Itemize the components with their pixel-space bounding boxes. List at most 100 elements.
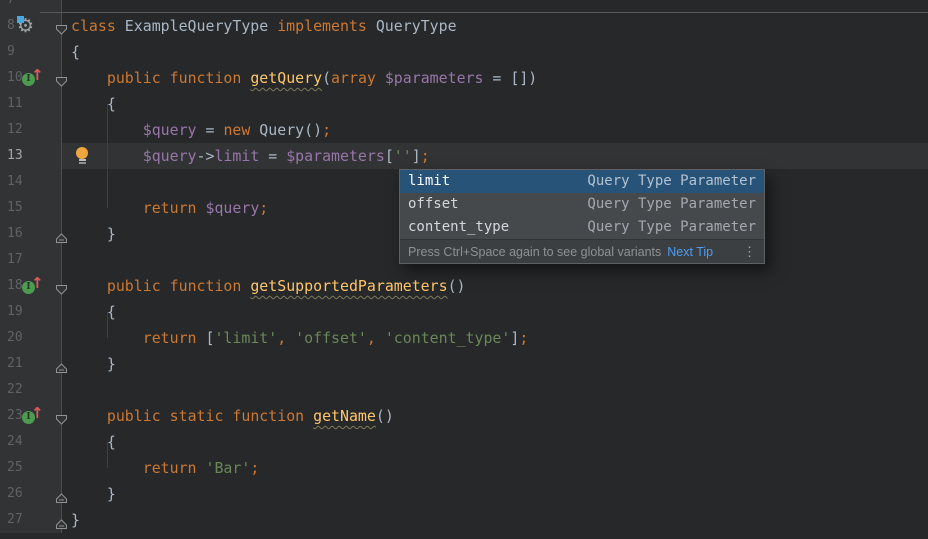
line-gutter[interactable]: 25 bbox=[0, 455, 62, 481]
token-pl bbox=[367, 17, 376, 35]
fold-end-marker[interactable] bbox=[55, 358, 68, 370]
code-text[interactable]: public function getQuery(array $paramete… bbox=[62, 65, 928, 91]
class-gear-icon[interactable]: ⚙ bbox=[17, 15, 39, 37]
line-gutter[interactable]: 22 bbox=[0, 377, 62, 403]
line-gutter[interactable]: 9 bbox=[0, 39, 62, 65]
implemented-method-icon[interactable]: I↑ bbox=[22, 70, 42, 88]
token-pl bbox=[376, 329, 385, 347]
fold-end-marker[interactable] bbox=[55, 514, 68, 526]
line-gutter[interactable]: 8⚙ bbox=[0, 13, 62, 39]
completion-item[interactable]: limitQuery Type Parameter bbox=[400, 170, 764, 193]
line-gutter[interactable]: 16 bbox=[0, 221, 62, 247]
fold-start-marker[interactable] bbox=[55, 410, 68, 422]
code-text[interactable]: { bbox=[62, 299, 928, 325]
code-text[interactable]: $query->limit = $parameters['']; bbox=[62, 143, 928, 169]
line-gutter[interactable]: 24 bbox=[0, 429, 62, 455]
line-gutter[interactable]: 27 bbox=[0, 507, 62, 533]
token-punc: ; bbox=[519, 329, 528, 347]
line-number: 23 bbox=[7, 403, 23, 429]
next-tip-link[interactable]: Next Tip bbox=[667, 245, 713, 259]
fold-start-marker[interactable] bbox=[55, 20, 68, 32]
code-text[interactable] bbox=[62, 377, 928, 403]
line-number: 10 bbox=[7, 65, 23, 91]
line-gutter[interactable]: 13 bbox=[0, 143, 62, 169]
bulb-base bbox=[79, 159, 86, 161]
token-str: 'Bar' bbox=[206, 459, 251, 477]
fold-end-marker[interactable] bbox=[55, 228, 68, 240]
code-text[interactable]: } bbox=[62, 351, 928, 377]
token-id: () bbox=[376, 407, 394, 425]
token-kw: return bbox=[143, 329, 197, 347]
token-id: [ bbox=[197, 329, 215, 347]
code-text[interactable]: } bbox=[62, 507, 928, 533]
token-kw: return bbox=[143, 199, 197, 217]
code-line[interactable]: 8⚙class ExampleQueryType implements Quer… bbox=[0, 13, 928, 39]
line-gutter[interactable]: 19 bbox=[0, 299, 62, 325]
token-punc: ; bbox=[250, 459, 259, 477]
token-pl bbox=[197, 459, 206, 477]
line-gutter[interactable]: 11 bbox=[0, 91, 62, 117]
implemented-method-icon[interactable]: I↑ bbox=[22, 408, 42, 426]
code-text[interactable]: { bbox=[62, 39, 928, 65]
code-line[interactable]: 24 { bbox=[0, 429, 928, 455]
line-number: 7 bbox=[7, 0, 15, 13]
token-id: } bbox=[107, 485, 116, 503]
indent-guide bbox=[107, 104, 108, 208]
code-line[interactable]: 27} bbox=[0, 507, 928, 533]
code-text[interactable]: { bbox=[62, 429, 928, 455]
code-text[interactable]: return 'Bar'; bbox=[62, 455, 928, 481]
completion-item[interactable]: offsetQuery Type Parameter bbox=[400, 193, 764, 216]
lightbulb-icon[interactable] bbox=[75, 147, 89, 164]
indent-guide bbox=[107, 442, 108, 468]
line-gutter[interactable]: 18I↑ bbox=[0, 273, 62, 299]
code-line[interactable]: 19 { bbox=[0, 299, 928, 325]
token-punc: , bbox=[367, 329, 376, 347]
line-gutter[interactable]: 14 bbox=[0, 169, 62, 195]
line-gutter[interactable]: 10I↑ bbox=[0, 65, 62, 91]
fold-start-marker[interactable] bbox=[55, 72, 68, 84]
code-line[interactable]: 10I↑ public function getQuery(array $par… bbox=[0, 65, 928, 91]
token-pl bbox=[71, 69, 107, 87]
completion-list: limitQuery Type ParameteroffsetQuery Typ… bbox=[400, 170, 764, 239]
token-id: { bbox=[71, 43, 80, 61]
code-text[interactable]: public function getSupportedParameters() bbox=[62, 273, 928, 299]
code-text[interactable]: public static function getName() bbox=[62, 403, 928, 429]
code-line[interactable]: 25 return 'Bar'; bbox=[0, 455, 928, 481]
method-separator-line bbox=[40, 12, 928, 13]
token-kw: function bbox=[170, 69, 242, 87]
line-gutter[interactable]: 21 bbox=[0, 351, 62, 377]
line-gutter[interactable]: 15 bbox=[0, 195, 62, 221]
code-text[interactable]: } bbox=[62, 481, 928, 507]
completion-item-name: content_type bbox=[408, 216, 509, 239]
fold-start-marker[interactable] bbox=[55, 280, 68, 292]
line-number: 19 bbox=[7, 299, 23, 325]
token-id: { bbox=[107, 95, 116, 113]
code-line[interactable]: 18I↑ public function getSupportedParamet… bbox=[0, 273, 928, 299]
code-editor[interactable]: 78⚙class ExampleQueryType implements Que… bbox=[0, 0, 928, 539]
line-gutter[interactable]: 12 bbox=[0, 117, 62, 143]
code-line[interactable]: 22 bbox=[0, 377, 928, 403]
code-line[interactable]: 21 } bbox=[0, 351, 928, 377]
token-str: 'offset' bbox=[295, 329, 367, 347]
line-gutter[interactable]: 20 bbox=[0, 325, 62, 351]
line-gutter[interactable]: 17 bbox=[0, 247, 62, 273]
code-line[interactable]: 26 } bbox=[0, 481, 928, 507]
fold-end-marker[interactable] bbox=[55, 488, 68, 500]
code-text[interactable]: $query = new Query(); bbox=[62, 117, 928, 143]
line-number: 26 bbox=[7, 481, 23, 507]
more-options-icon[interactable]: ⋮ bbox=[743, 244, 756, 260]
code-text[interactable]: return ['limit', 'offset', 'content_type… bbox=[62, 325, 928, 351]
code-text[interactable]: { bbox=[62, 91, 928, 117]
line-gutter[interactable]: 23I↑ bbox=[0, 403, 62, 429]
token-kw: implements bbox=[277, 17, 367, 35]
code-line[interactable]: 9{ bbox=[0, 39, 928, 65]
implemented-method-icon[interactable]: I↑ bbox=[22, 278, 42, 296]
code-line[interactable]: 23I↑ public static function getName() bbox=[0, 403, 928, 429]
code-line[interactable]: 12 $query = new Query(); bbox=[0, 117, 928, 143]
code-line[interactable]: 13 $query->limit = $parameters['']; bbox=[0, 143, 928, 169]
code-line[interactable]: 20 return ['limit', 'offset', 'content_t… bbox=[0, 325, 928, 351]
code-line[interactable]: 11 { bbox=[0, 91, 928, 117]
code-text[interactable]: class ExampleQueryType implements QueryT… bbox=[62, 13, 928, 39]
completion-item[interactable]: content_typeQuery Type Parameter bbox=[400, 216, 764, 239]
line-gutter[interactable]: 26 bbox=[0, 481, 62, 507]
